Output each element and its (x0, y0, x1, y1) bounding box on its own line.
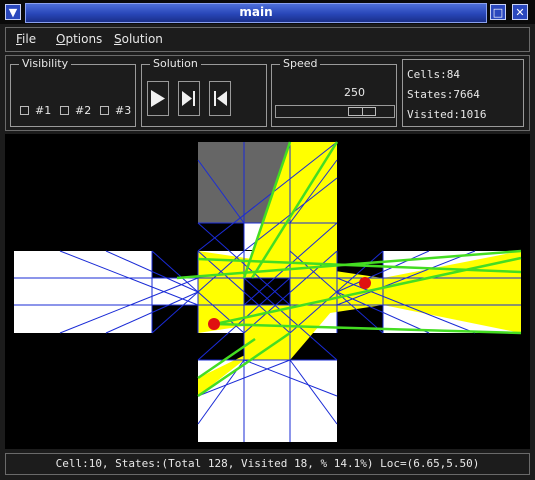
title-band: main (25, 3, 487, 23)
visibility-map[interactable] (5, 134, 530, 449)
menu-solution[interactable]: Solution (114, 32, 163, 46)
visibility-canvas[interactable] (5, 134, 530, 449)
speed-group: Speed 250 (271, 57, 397, 127)
play-button[interactable] (147, 81, 169, 116)
status-text: Cell:10, States:(Total 128, Visited 18, … (55, 457, 480, 470)
step-back-icon (214, 91, 227, 106)
menu-options[interactable]: Options (56, 32, 102, 46)
visibility-title: Visibility (19, 57, 72, 70)
play-icon (151, 90, 165, 107)
stats-panel: Cells:84 States:7664 Visited:1016 (402, 59, 524, 127)
solution-group: Solution (141, 57, 267, 127)
step-forward-icon (182, 91, 195, 106)
visibility-group: Visibility #1 #2 #3 (10, 57, 136, 127)
visibility-checkbox-1[interactable]: #1 (20, 104, 51, 117)
room-left (14, 251, 152, 333)
visibility-checkbox-3[interactable]: #3 (100, 104, 131, 117)
status-bar: Cell:10, States:(Total 128, Visited 18, … (5, 453, 530, 475)
target-marker[interactable] (359, 277, 371, 289)
checkbox-icon[interactable] (100, 106, 109, 115)
agent-marker[interactable] (208, 318, 220, 330)
states-count: States:7664 (407, 88, 480, 101)
menu-file[interactable]: File (16, 32, 36, 46)
speed-slider[interactable] (275, 105, 395, 118)
maximize-icon[interactable]: □ (490, 4, 506, 20)
menu-bar: File Options Solution (5, 27, 530, 52)
close-icon[interactable]: ✕ (512, 4, 528, 20)
title-bar: ▼ main □ ✕ (0, 0, 535, 24)
step-forward-button[interactable] (178, 81, 200, 116)
visited-count: Visited:1016 (407, 108, 487, 121)
visibility-checkbox-2[interactable]: #2 (60, 104, 91, 117)
pillar (244, 278, 290, 305)
cells-count: Cells:84 (407, 68, 460, 81)
checkbox-icon[interactable] (60, 106, 69, 115)
solution-title: Solution (150, 57, 201, 70)
speed-slider-thumb[interactable] (348, 107, 376, 116)
speed-value: 250 (344, 86, 365, 99)
window-menu-icon[interactable]: ▼ (5, 4, 21, 20)
window-title: main (239, 5, 273, 19)
step-back-button[interactable] (209, 81, 231, 116)
toolbar: Visibility #1 #2 #3 Solution Speed 250 C… (5, 55, 530, 131)
speed-title: Speed (280, 57, 321, 70)
checkbox-icon[interactable] (20, 106, 29, 115)
